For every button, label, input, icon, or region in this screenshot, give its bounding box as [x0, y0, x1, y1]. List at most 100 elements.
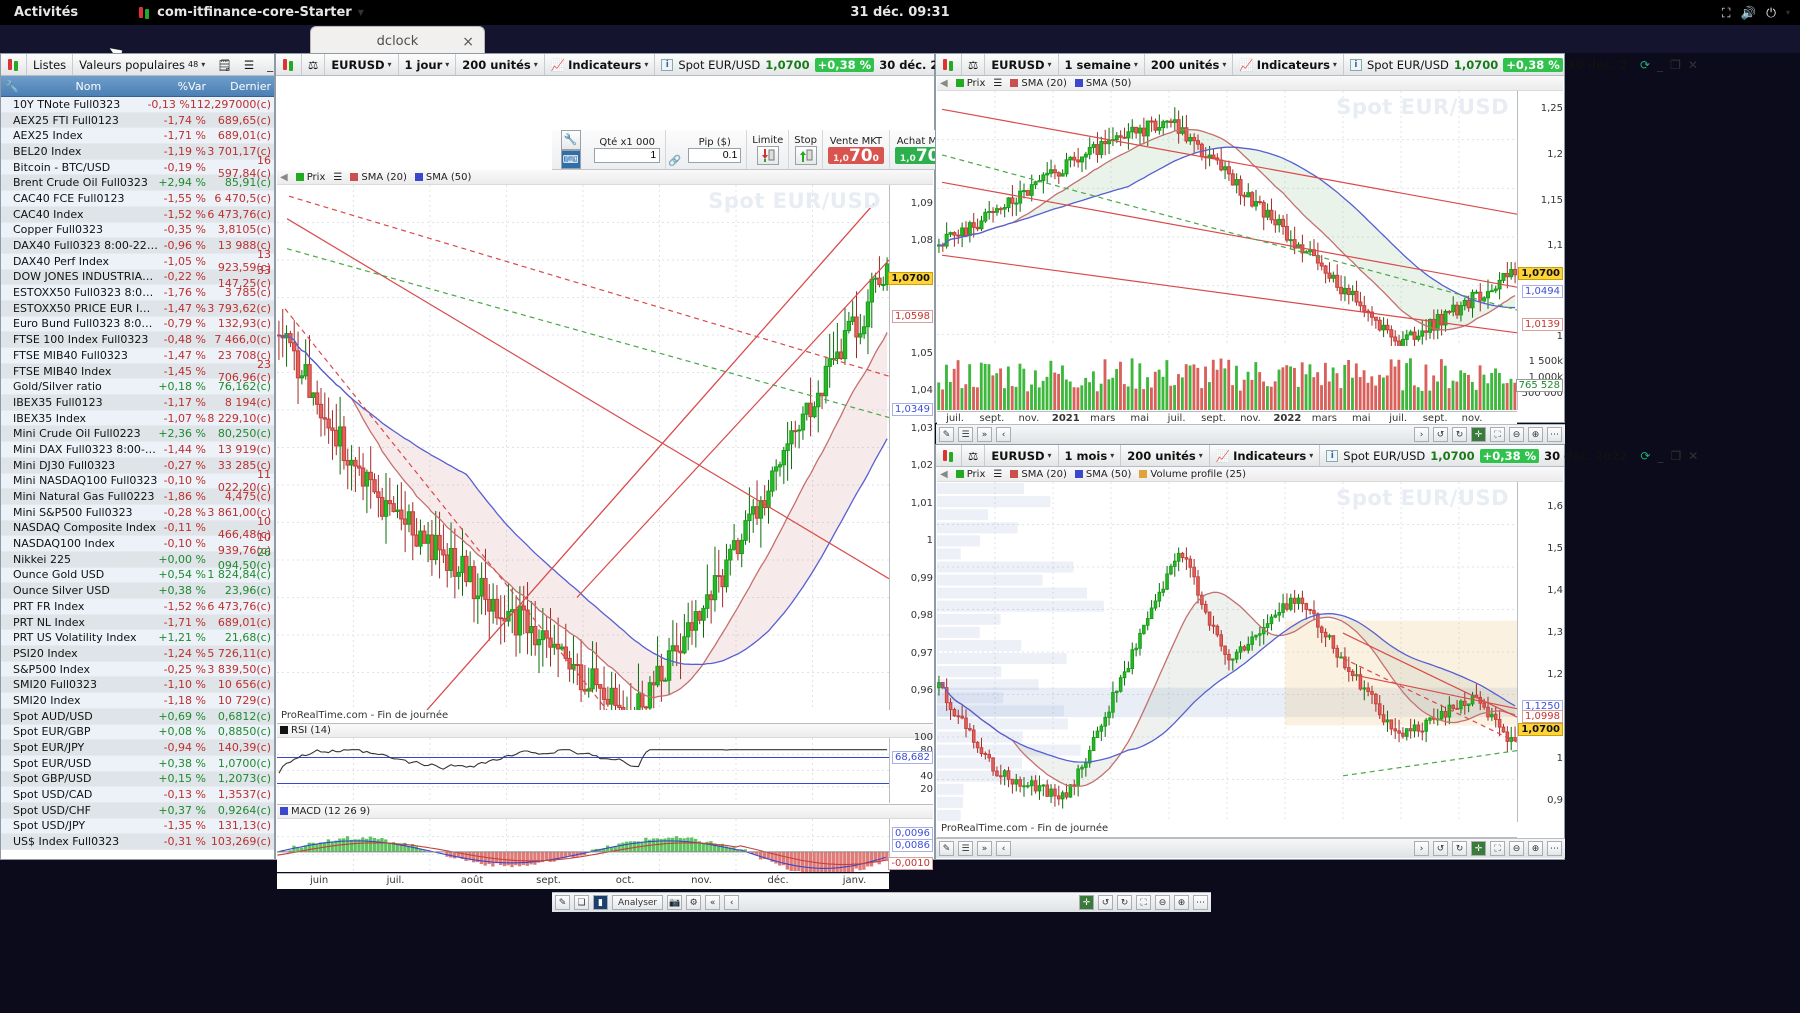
table-row[interactable]: Mini NASDAQ100 Full0323-0,10 %11 022,20(… [1, 474, 274, 490]
left-arrow-icon[interactable]: ‹ [996, 841, 1011, 856]
legend-collapse-icon[interactable]: ◀ [940, 78, 948, 89]
activities-button[interactable]: Activités [14, 5, 78, 20]
weekly-volume-plot[interactable] [937, 346, 1517, 410]
indicators-button[interactable]: 📈Indicateurs▾ [1210, 445, 1321, 466]
table-row[interactable]: Spot USD/CHF+0,37 %0,9264(c) [1, 803, 274, 819]
legend-list-icon[interactable]: ☰ [993, 469, 1002, 480]
fit-screen-icon[interactable]: ⛶ [1490, 841, 1505, 856]
zoom-out-icon[interactable]: ⊖ [1155, 895, 1170, 910]
accessibility-icon[interactable]: ⛶ [1722, 5, 1731, 21]
legend-sma20[interactable]: SMA (20) [1010, 78, 1067, 89]
weekly-price-yaxis[interactable]: 1,251,21,151,11,0511,07001,04941,0139 [1517, 91, 1565, 383]
table-row[interactable]: CAC40 Index-1,52 %6 473,76(c) [1, 207, 274, 223]
table-row[interactable]: US$ Index Full0323-0,31 %103,269(c) [1, 834, 274, 850]
table-row[interactable]: AEX25 Index-1,71 %689,01(c) [1, 128, 274, 144]
column-header-var[interactable]: %Var [158, 80, 206, 93]
power-icon[interactable]: ⏻ [1766, 5, 1776, 21]
table-row[interactable]: Bitcoin - BTC/USD-0,19 %16 597,84(c) [1, 160, 274, 176]
indicators-button[interactable]: 📈Indicateurs▾ [545, 54, 656, 75]
next-page-icon[interactable]: » [977, 841, 992, 856]
table-row[interactable]: Gold/Silver ratio+0,18 %76,162(c) [1, 379, 274, 395]
refresh-icon[interactable]: ⟳ [1640, 58, 1650, 72]
more-options-icon[interactable]: ⋯ [1547, 841, 1562, 856]
left-arrow-icon[interactable]: ‹ [724, 895, 739, 910]
wrench-icon[interactable]: 🔧 [1, 80, 19, 93]
close-icon[interactable]: × [462, 34, 474, 50]
stop-order-icon[interactable] [795, 146, 817, 165]
limit-order-icon[interactable] [757, 146, 779, 165]
app-menu[interactable]: com-itfinance-core-Starter ▼ [138, 5, 364, 20]
menu-icon[interactable]: ☰ [238, 54, 260, 75]
table-row[interactable]: Mini Crude Oil Full0223+2,36 %80,250(c) [1, 426, 274, 442]
table-row[interactable]: Mini DAX Full0323 8:00-22:...-1,44 %13 9… [1, 442, 274, 458]
table-row[interactable]: 10Y TNote Full0323-0,13 %112,297000(c) [1, 97, 274, 113]
crosshair-icon[interactable]: ✛ [1079, 895, 1094, 910]
column-header-name[interactable]: Nom [19, 80, 158, 93]
alert-icon[interactable]: ⚖ [302, 54, 325, 75]
column-header-last[interactable]: Dernier [206, 80, 274, 93]
legend-collapse-icon[interactable]: ◀ [940, 469, 948, 480]
draw-icon[interactable]: ✎ [939, 427, 954, 442]
table-row[interactable]: Spot EUR/GBP+0,08 %0,8850(c) [1, 725, 274, 741]
legend-macd[interactable]: MACD (12 26 9) [280, 806, 370, 817]
table-row[interactable]: S&P500 Index-0,25 %3 839,50(c) [1, 662, 274, 678]
table-row[interactable]: Spot EUR/JPY-0,94 %140,39(c) [1, 740, 274, 756]
macd-yaxis[interactable]: 0,00960,0086-0,0010 [889, 819, 935, 872]
more-options-icon[interactable]: ⋯ [1547, 427, 1562, 442]
fit-screen-icon[interactable]: ⛶ [1136, 895, 1151, 910]
instrument-selector[interactable]: EURUSD▾ [985, 445, 1058, 466]
right-arrow-icon[interactable]: › [1414, 841, 1429, 856]
macd-plot[interactable] [277, 819, 889, 872]
units-selector[interactable]: 200 unités▾ [1121, 445, 1209, 466]
crosshair-icon[interactable]: ✛ [1471, 427, 1486, 442]
new-list-icon[interactable]: 🗒 [211, 54, 238, 75]
legend-sma50[interactable]: SMA (50) [415, 172, 472, 183]
maximize-icon[interactable]: ❐ [1670, 449, 1681, 463]
zoom-out-icon[interactable]: ⊖ [1509, 427, 1524, 442]
table-row[interactable]: Spot USD/JPY-1,35 %131,13(c) [1, 819, 274, 835]
redo-icon[interactable]: ↻ [1452, 841, 1467, 856]
chart-type-icon[interactable] [936, 445, 962, 466]
legend-sma20[interactable]: SMA (20) [1010, 469, 1067, 480]
table-row[interactable]: SMI20 Full0323-1,10 %10 656(c) [1, 677, 274, 693]
table-row[interactable]: PSI20 Index-1,24 %5 726,11(c) [1, 646, 274, 662]
rsi-plot[interactable] [277, 738, 889, 803]
camera-icon[interactable]: 📷 [667, 895, 682, 910]
redo-icon[interactable]: ↻ [1452, 427, 1467, 442]
table-row[interactable]: Ounce Silver USD+0,38 %23,96(c) [1, 583, 274, 599]
minimize-icon[interactable]: _ [1657, 58, 1663, 72]
undo-icon[interactable]: ↺ [1098, 895, 1113, 910]
instrument-selector[interactable]: EURUSD▾ [325, 54, 398, 75]
table-row[interactable]: CAC40 FCE Full0123-1,55 %6 470,5(c) [1, 191, 274, 207]
volume-icon[interactable]: 🔊 [1741, 5, 1757, 21]
table-row[interactable]: Nikkei 225+0,00 %26 094,50(c) [1, 552, 274, 568]
monthly-price-yaxis[interactable]: 1,61,51,41,31,21,110,91,12501,09981,0700 [1517, 482, 1565, 822]
zoom-in-icon[interactable]: ⊕ [1174, 895, 1189, 910]
info-icon[interactable]: i [661, 59, 673, 71]
table-row[interactable]: Copper Full0323-0,35 %3,8105(c) [1, 223, 274, 239]
prev-page-icon[interactable]: « [705, 895, 720, 910]
crosshair-icon[interactable]: ✛ [1471, 841, 1486, 856]
minimize-icon[interactable]: _ [1657, 449, 1663, 463]
watchlist-icon[interactable] [1, 54, 27, 75]
table-row[interactable]: Ounce Gold USD+0,54 %1 824,84(c) [1, 568, 274, 584]
weekly-volume-yaxis[interactable]: 1 500k1 000k500 000765 528 [1517, 346, 1565, 410]
pip-input[interactable] [688, 148, 741, 163]
sell-market-button[interactable]: 1,0700 [828, 147, 884, 164]
analyse-button[interactable]: Analyser [612, 895, 663, 910]
chart-type-icon[interactable] [936, 54, 962, 75]
table-row[interactable]: SMI20 Index-1,18 %10 729(c) [1, 693, 274, 709]
daily-price-plot[interactable]: Spot EUR/USD [277, 185, 889, 710]
menu-icon[interactable]: ☰ [958, 841, 973, 856]
legend-list-icon[interactable]: ☰ [333, 172, 342, 183]
tray-chevron-icon[interactable]: ▾ [1786, 8, 1790, 17]
table-row[interactable]: Brent Crude Oil Full0323+2,94 %85,91(c) [1, 175, 274, 191]
info-icon[interactable]: i [1350, 59, 1362, 71]
indicators-button[interactable]: 📈Indicateurs▾ [1233, 54, 1344, 75]
table-row[interactable]: IBEX35 Index-1,07 %8 229,10(c) [1, 411, 274, 427]
link-icon[interactable]: 🔗 [668, 154, 681, 167]
next-page-icon[interactable]: » [977, 427, 992, 442]
more-options-icon[interactable]: ⋯ [1193, 895, 1208, 910]
timeframe-selector[interactable]: 1 semaine▾ [1059, 54, 1145, 75]
menu-icon[interactable]: ☰ [958, 427, 973, 442]
